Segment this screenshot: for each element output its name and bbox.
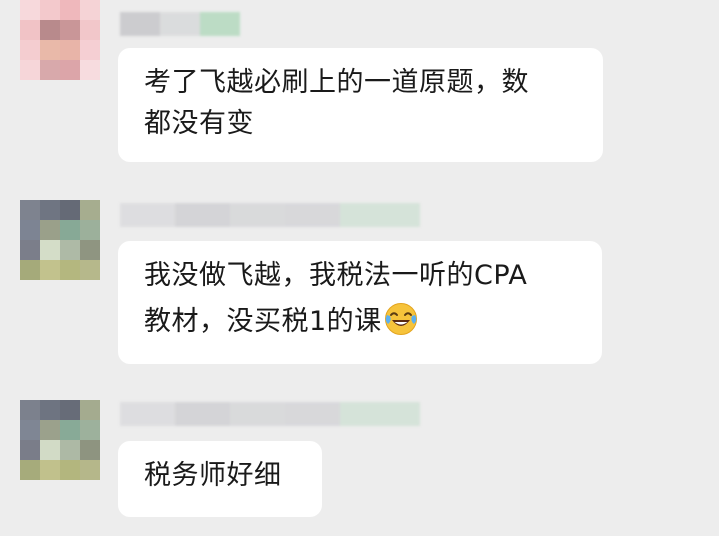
message-text-line: 教材，没买税1的课 (144, 297, 576, 347)
sender-avatar-pixelated[interactable] (20, 400, 100, 480)
message-text-line: 税务师好细 (144, 460, 282, 491)
message-bubble[interactable]: 我没做飞越，我税法一听的CPA 教材，没买税1的课 (118, 241, 602, 364)
face-with-tears-of-joy-icon (384, 302, 418, 336)
sender-avatar-pixelated[interactable] (20, 200, 100, 280)
message-text-segment: 教材，没买税1的课 (144, 306, 382, 337)
sender-name-blurred (120, 12, 240, 36)
message-text-line: 我没做飞越，我税法一听的CPA (144, 260, 528, 291)
sender-avatar-pixelated[interactable] (20, 0, 100, 80)
sender-name-blurred (120, 402, 420, 426)
sender-name-blurred (120, 203, 420, 227)
message-bubble[interactable]: 税务师好细 (118, 441, 322, 517)
chat-screen: { "messages": [ { "id": "msg-1", "text":… (0, 0, 719, 536)
message-bubble[interactable]: 考了飞越必刷上的一道原题，数 都没有变 (118, 48, 603, 162)
